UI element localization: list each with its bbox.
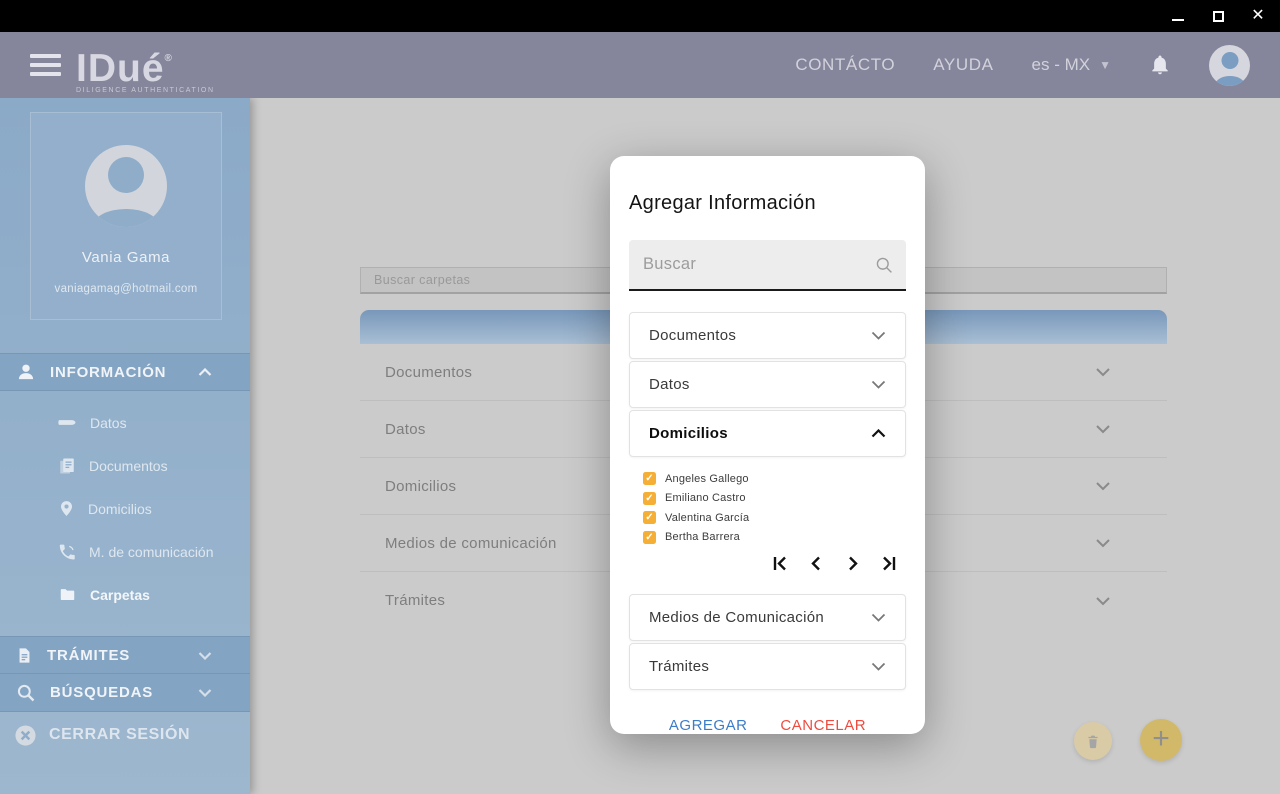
checkbox-checked-icon[interactable]: ✓ xyxy=(643,491,656,505)
avatar-person-icon xyxy=(1221,51,1238,69)
language-selector[interactable]: es - MX ▼ xyxy=(1032,55,1111,75)
modal-search-input[interactable] xyxy=(629,240,906,289)
accordion-datos[interactable]: Datos xyxy=(629,361,906,408)
first-page-icon xyxy=(773,556,786,571)
sidebar-section-informacion[interactable]: INFORMACIÓN xyxy=(0,353,250,391)
sidebar: Vania Gama vaniagamag@hotmail.com INFORM… xyxy=(0,98,250,794)
language-value: es - MX xyxy=(1031,55,1091,74)
person-icon xyxy=(18,364,34,380)
documents-icon xyxy=(60,458,74,473)
search-icon xyxy=(17,684,35,701)
chevron-down-icon xyxy=(198,689,212,697)
sidebar-item-carpetas[interactable]: Carpetas xyxy=(58,573,250,616)
checklist-item[interactable]: ✓ Bertha Barrera xyxy=(643,528,906,548)
contact-link[interactable]: CONTÁCTO xyxy=(795,55,895,75)
location-pin-icon xyxy=(60,501,73,516)
profile-email: vaniagamag@hotmail.com xyxy=(54,283,198,295)
minimize-icon xyxy=(1172,19,1184,21)
trash-icon xyxy=(1088,735,1098,748)
phone-icon xyxy=(59,544,75,559)
notifications-button[interactable] xyxy=(1149,53,1171,77)
add-folder-button[interactable]: + xyxy=(1140,719,1182,761)
folder-icon xyxy=(60,589,75,601)
last-page-icon xyxy=(883,556,896,571)
chevron-down-icon xyxy=(871,331,886,340)
next-page-button[interactable] xyxy=(843,554,862,573)
accordion-documentos[interactable]: Documentos xyxy=(629,312,906,359)
checkbox-checked-icon[interactable]: ✓ xyxy=(643,472,656,486)
sidebar-item-domicilios[interactable]: Domicilios xyxy=(58,487,250,530)
next-page-icon xyxy=(849,556,858,571)
maximize-icon xyxy=(1212,10,1224,22)
cancelar-button[interactable]: CANCELAR xyxy=(780,717,866,734)
registered-mark: ® xyxy=(164,53,173,64)
chevron-up-icon xyxy=(871,429,886,438)
domicilios-checklist: ✓ Angeles Gallego ✓ Emiliano Castro ✓ Va… xyxy=(643,469,906,547)
profile-card: Vania Gama vaniagamag@hotmail.com xyxy=(30,112,222,320)
sidebar-section-tramites[interactable]: TRÁMITES xyxy=(0,636,250,674)
window-titlebar: ✕ xyxy=(0,0,1280,32)
accordion-domicilios[interactable]: Domicilios xyxy=(629,410,906,457)
checkbox-checked-icon[interactable]: ✓ xyxy=(643,530,656,544)
first-page-button[interactable] xyxy=(771,554,790,573)
previous-page-button[interactable] xyxy=(807,554,826,573)
modal-search-box xyxy=(629,240,906,291)
window-close-button[interactable]: ✕ xyxy=(1250,8,1266,24)
pagination xyxy=(629,554,906,573)
chevron-down-icon[interactable] xyxy=(1095,596,1111,606)
chevron-down-icon: ▼ xyxy=(1099,58,1111,72)
window-minimize-button[interactable] xyxy=(1170,8,1186,24)
app-header: IDué® DILIGENCE AUTHENTICATION CONTÁCTO … xyxy=(0,32,1280,98)
bell-icon xyxy=(1152,55,1168,75)
last-page-button[interactable] xyxy=(879,554,898,573)
accordion-tramites[interactable]: Trámites xyxy=(629,643,906,690)
close-icon: ✕ xyxy=(1251,7,1265,24)
sidebar-section-label: INFORMACIÓN xyxy=(50,363,167,381)
logout-button[interactable]: CERRAR SESIÓN xyxy=(0,715,250,755)
app-logo: IDué® DILIGENCE AUTHENTICATION xyxy=(76,38,215,95)
sidebar-item-comunicacion[interactable]: M. de comunicación xyxy=(58,530,250,573)
plus-icon: + xyxy=(1152,721,1170,755)
file-icon xyxy=(19,647,30,663)
delete-folder-button[interactable] xyxy=(1074,722,1112,760)
chevron-down-icon xyxy=(198,651,212,660)
hamburger-menu-icon[interactable] xyxy=(30,54,61,76)
agregar-button[interactable]: AGREGAR xyxy=(669,717,748,734)
user-avatar[interactable] xyxy=(1209,44,1250,86)
chevron-up-icon xyxy=(198,367,212,376)
profile-avatar xyxy=(85,145,167,227)
checklist-item[interactable]: ✓ Angeles Gallego xyxy=(643,469,906,489)
sidebar-item-documentos[interactable]: Documentos xyxy=(58,444,250,487)
chevron-down-icon xyxy=(871,380,886,389)
sidebar-section-busquedas[interactable]: BÚSQUEDAS xyxy=(0,674,250,712)
accordion-medios[interactable]: Medios de Comunicación xyxy=(629,594,906,641)
modal-title: Agregar Información xyxy=(629,192,816,214)
search-icon xyxy=(876,257,892,273)
checklist-item[interactable]: ✓ Valentina García xyxy=(643,508,906,528)
profile-name: Vania Gama xyxy=(81,249,171,266)
chevron-down-icon[interactable] xyxy=(1095,367,1111,377)
chevron-down-icon[interactable] xyxy=(1095,538,1111,548)
checkbox-checked-icon[interactable]: ✓ xyxy=(643,511,656,525)
logout-x-circle-icon xyxy=(15,724,36,746)
add-information-modal: Agregar Información Documentos Datos Dom… xyxy=(610,156,925,734)
sidebar-item-datos[interactable]: Datos xyxy=(58,401,250,444)
previous-page-icon xyxy=(811,556,820,571)
logo-text: IDué® xyxy=(76,47,173,90)
chevron-down-icon[interactable] xyxy=(1095,424,1111,434)
window-maximize-button[interactable] xyxy=(1210,8,1226,24)
chevron-down-icon[interactable] xyxy=(1095,481,1111,491)
chevron-down-icon xyxy=(871,662,886,671)
id-card-icon xyxy=(58,420,76,425)
chevron-down-icon xyxy=(871,613,886,622)
logo-subtitle: DILIGENCE AUTHENTICATION xyxy=(76,87,215,94)
checklist-item[interactable]: ✓ Emiliano Castro xyxy=(643,489,906,509)
help-link[interactable]: AYUDA xyxy=(933,55,993,75)
